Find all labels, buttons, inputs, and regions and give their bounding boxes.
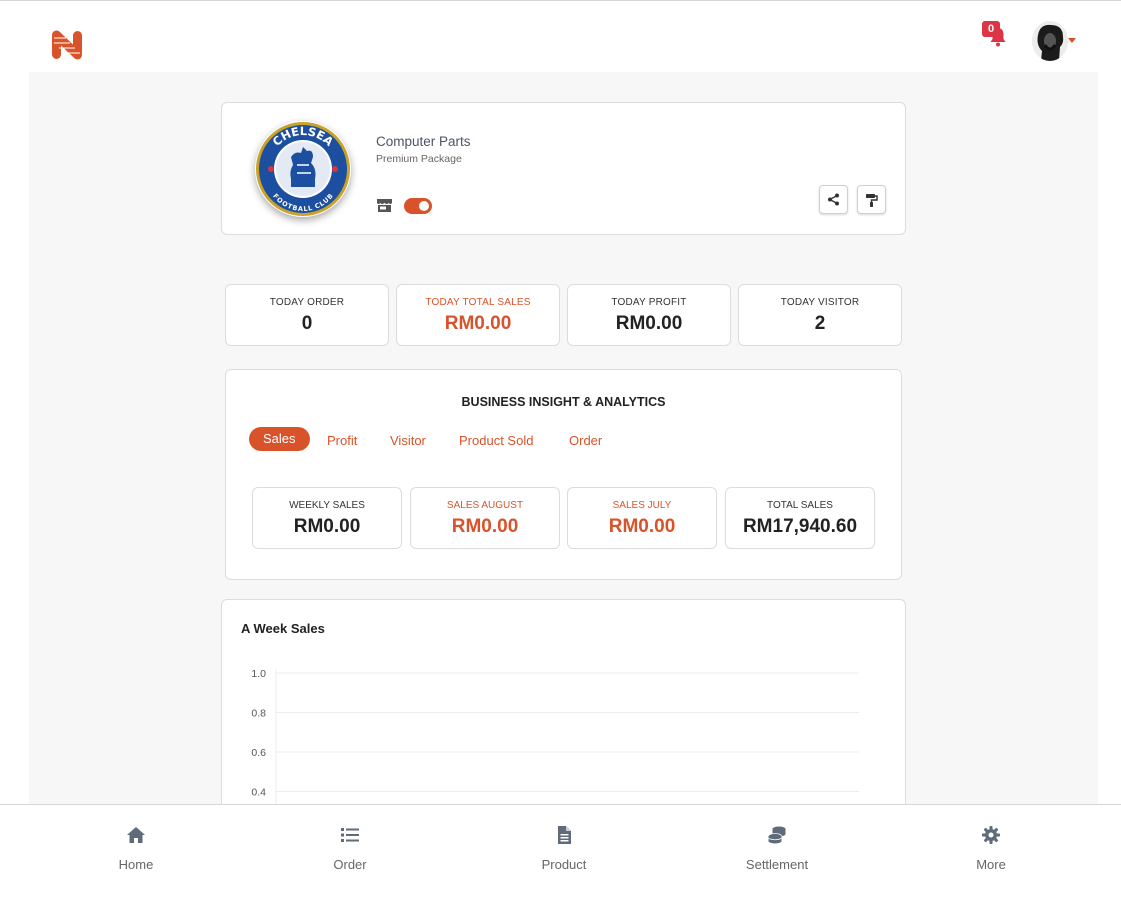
list-icon	[341, 828, 359, 842]
nav-label: Product	[541, 857, 587, 872]
dashboard-content: CHELSEA FOOTBALL CLUB Computer Parts Pre…	[29, 72, 1098, 804]
tab-visitor[interactable]: Visitor	[390, 429, 426, 453]
stat-label: SALES AUGUST	[446, 500, 524, 511]
nav-settlement[interactable]: Settlement	[707, 805, 847, 903]
nav-label: More	[976, 857, 1006, 872]
today-total-sales-stat: TODAY TOTAL SALES RM0.00	[396, 284, 560, 346]
stat-value: RM0.00	[608, 516, 676, 537]
share-button[interactable]	[819, 185, 848, 214]
stat-value: RM0.00	[451, 516, 519, 537]
store-open-toggle[interactable]	[404, 198, 432, 214]
tab-order[interactable]: Order	[569, 429, 602, 453]
user-avatar[interactable]	[1032, 21, 1068, 61]
tab-product-sold[interactable]: Product Sold	[459, 429, 533, 453]
nav-order[interactable]: Order	[280, 805, 420, 903]
share-icon	[828, 193, 839, 206]
insight-title: BUSINESS INSIGHT & ANALYTICS	[461, 395, 666, 409]
stat-value: 2	[814, 313, 826, 334]
stat-label: TODAY TOTAL SALES	[425, 297, 531, 308]
stat-label: WEEKLY SALES	[289, 500, 365, 511]
stat-label: TOTAL SALES	[767, 500, 833, 511]
nav-label: Home	[118, 857, 154, 872]
coins-icon	[768, 826, 786, 844]
nav-more[interactable]: More	[921, 805, 1061, 903]
store-icon	[377, 199, 392, 212]
nav-product[interactable]: Product	[494, 805, 634, 903]
week-sales-chart: 1.0 0.8 0.6 0.4	[251, 668, 859, 804]
notification-count-badge: 0	[982, 21, 1000, 37]
today-order-stat: TODAY ORDER 0	[225, 284, 389, 346]
paint-roller-icon	[866, 193, 878, 207]
shop-name: Computer Parts	[376, 134, 471, 149]
nav-home[interactable]: Home	[66, 805, 206, 903]
shop-package: Premium Package	[376, 153, 462, 165]
tab-profit[interactable]: Profit	[327, 429, 357, 453]
y-tick-label: 0.6	[251, 747, 266, 759]
business-insight-card: BUSINESS INSIGHT & ANALYTICS Sales Profi…	[225, 369, 902, 580]
nav-label: Settlement	[745, 857, 809, 872]
weekly-sales-stat: WEEKLY SALES RM0.00	[252, 487, 402, 549]
brand-logo[interactable]	[50, 29, 84, 61]
stat-label: TODAY VISITOR	[780, 297, 860, 308]
top-header: 0	[0, 1, 1121, 72]
stat-label: TODAY PROFIT	[611, 297, 687, 308]
stat-value: RM0.00	[444, 313, 512, 334]
today-visitor-stat: TODAY VISITOR 2	[738, 284, 902, 346]
customize-theme-button[interactable]	[857, 185, 886, 214]
bottom-navigation: Home Order Product Settlement More	[0, 804, 1121, 902]
avatar-dropdown-caret-icon[interactable]	[1068, 38, 1076, 43]
y-tick-label: 0.8	[251, 708, 266, 720]
home-icon	[127, 827, 145, 843]
shop-logo-crest: CHELSEA FOOTBALL CLUB	[256, 122, 350, 216]
document-icon	[558, 826, 571, 844]
stat-label: TODAY ORDER	[269, 297, 345, 308]
stat-label: SALES JULY	[612, 500, 672, 511]
chart-title: A Week Sales	[241, 621, 325, 636]
y-tick-label: 1.0	[251, 668, 266, 680]
stat-value: RM17,940.60	[742, 516, 858, 537]
total-sales-stat: TOTAL SALES RM17,940.60	[725, 487, 875, 549]
stat-value: RM0.00	[615, 313, 683, 334]
nav-label: Order	[333, 857, 367, 872]
y-tick-label: 0.4	[251, 787, 266, 799]
sales-august-stat: SALES AUGUST RM0.00	[410, 487, 560, 549]
today-profit-stat: TODAY PROFIT RM0.00	[567, 284, 731, 346]
shop-profile-card: CHELSEA FOOTBALL CLUB Computer Parts Pre…	[221, 102, 906, 235]
stat-value: RM0.00	[293, 516, 361, 537]
week-sales-chart-card: A Week Sales 1.0 0.8 0.6 0.4	[221, 599, 906, 804]
stat-value: 0	[301, 313, 313, 334]
sales-july-stat: SALES JULY RM0.00	[567, 487, 717, 549]
tab-sales[interactable]: Sales	[249, 427, 310, 451]
gear-icon	[982, 826, 1000, 844]
